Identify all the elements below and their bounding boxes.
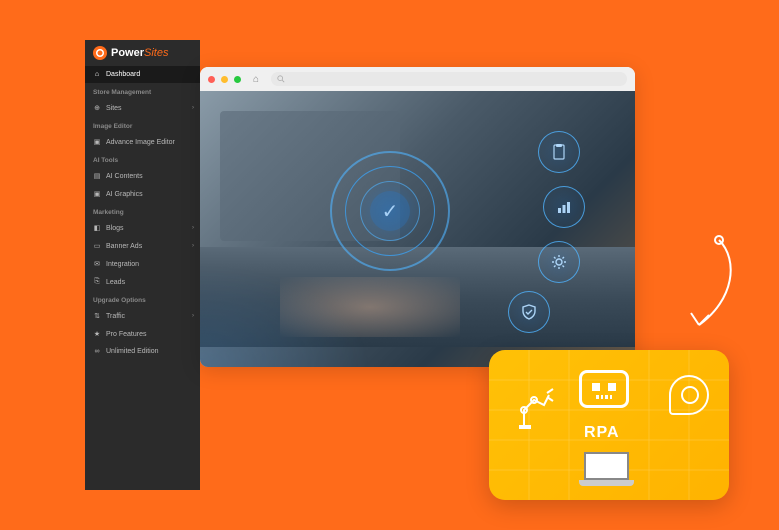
logo-icon bbox=[93, 46, 107, 60]
nav-dashboard[interactable]: ⌂ Dashboard bbox=[85, 66, 200, 83]
gear-small-icon bbox=[681, 386, 699, 404]
sidebar: PowerSites ⌂ Dashboard Store Management … bbox=[85, 40, 200, 490]
chevron-right-icon: › bbox=[192, 105, 194, 111]
nav-ai-contents[interactable]: ▤ AI Contents bbox=[85, 167, 200, 185]
nav-blogs[interactable]: ◧ Blogs › bbox=[85, 219, 200, 237]
logo-text: PowerSites bbox=[111, 47, 168, 59]
window-close-icon[interactable] bbox=[208, 76, 215, 83]
robot-arm-icon bbox=[519, 380, 559, 430]
globe-icon: ⊕ bbox=[93, 104, 101, 112]
nav-label: Integration bbox=[106, 261, 139, 268]
rpa-label: RPA bbox=[584, 424, 620, 442]
laptop-icon bbox=[579, 452, 634, 492]
image-icon: ▣ bbox=[93, 138, 101, 146]
nav-label: Banner Ads bbox=[106, 243, 142, 250]
browser-toolbar: ⌂ bbox=[200, 67, 635, 91]
chevron-right-icon: › bbox=[192, 225, 194, 231]
nav-ai-graphics[interactable]: ▣ AI Graphics bbox=[85, 185, 200, 203]
nav-unlimited-edition[interactable]: ∞ Unlimited Edition bbox=[85, 343, 200, 360]
nav-integration[interactable]: ✉ Integration bbox=[85, 255, 200, 273]
leads-icon: ⎘ bbox=[93, 278, 101, 286]
traffic-icon: ⇅ bbox=[93, 312, 101, 320]
blog-icon: ◧ bbox=[93, 224, 101, 232]
hologram-center-icon: ✓ bbox=[330, 151, 450, 271]
image-icon: ▣ bbox=[93, 190, 101, 198]
nav-label: Leads bbox=[106, 279, 125, 286]
browser-content: ✓ bbox=[200, 91, 635, 367]
nav-label: AI Contents bbox=[106, 173, 143, 180]
nav-banner-ads[interactable]: ▭ Banner Ads › bbox=[85, 237, 200, 255]
nav-sites[interactable]: ⊕ Sites › bbox=[85, 99, 200, 117]
nav-label: Advance Image Editor bbox=[106, 139, 175, 146]
chevron-right-icon: › bbox=[192, 313, 194, 319]
nav-header-upgrade: Upgrade Options bbox=[85, 291, 200, 307]
browser-window: ⌂ ✓ bbox=[200, 67, 635, 367]
nav-header-store: Store Management bbox=[85, 83, 200, 99]
ad-icon: ▭ bbox=[93, 242, 101, 250]
logo: PowerSites bbox=[85, 40, 200, 66]
nav-label: Sites bbox=[106, 105, 122, 112]
chart-icon bbox=[543, 186, 585, 228]
robot-head-icon bbox=[574, 370, 634, 420]
arrow-curve-icon bbox=[649, 230, 739, 340]
star-icon: ★ bbox=[93, 330, 101, 338]
shield-icon bbox=[508, 291, 550, 333]
nav-pro-features[interactable]: ★ Pro Features bbox=[85, 325, 200, 343]
nav-leads[interactable]: ⎘ Leads bbox=[85, 273, 200, 291]
infinity-icon: ∞ bbox=[93, 348, 101, 355]
chevron-right-icon: › bbox=[192, 243, 194, 249]
nav-label: Unlimited Edition bbox=[106, 348, 159, 355]
nav-header-marketing: Marketing bbox=[85, 203, 200, 219]
nav-traffic[interactable]: ⇅ Traffic › bbox=[85, 307, 200, 325]
nav-label: Dashboard bbox=[106, 71, 140, 78]
gear-icon bbox=[538, 241, 580, 283]
nav-label: Traffic bbox=[106, 313, 125, 320]
nav-label: Pro Features bbox=[106, 331, 146, 338]
nav-label: AI Graphics bbox=[106, 191, 143, 198]
file-icon: ▤ bbox=[93, 172, 101, 180]
search-icon bbox=[277, 75, 285, 83]
nav-header-image-editor: Image Editor bbox=[85, 117, 200, 133]
window-minimize-icon[interactable] bbox=[221, 76, 228, 83]
window-maximize-icon[interactable] bbox=[234, 76, 241, 83]
url-bar[interactable] bbox=[271, 72, 627, 86]
home-icon[interactable]: ⌂ bbox=[253, 74, 259, 85]
nav-label: Blogs bbox=[106, 225, 124, 232]
nav-advance-image-editor[interactable]: ▣ Advance Image Editor bbox=[85, 133, 200, 151]
nav-header-ai-tools: AI Tools bbox=[85, 151, 200, 167]
clipboard-icon bbox=[538, 131, 580, 173]
checkmark-gear-icon: ✓ bbox=[382, 199, 399, 224]
mail-icon: ✉ bbox=[93, 260, 101, 268]
rpa-card: RPA bbox=[489, 350, 729, 500]
home-icon: ⌂ bbox=[93, 71, 101, 78]
